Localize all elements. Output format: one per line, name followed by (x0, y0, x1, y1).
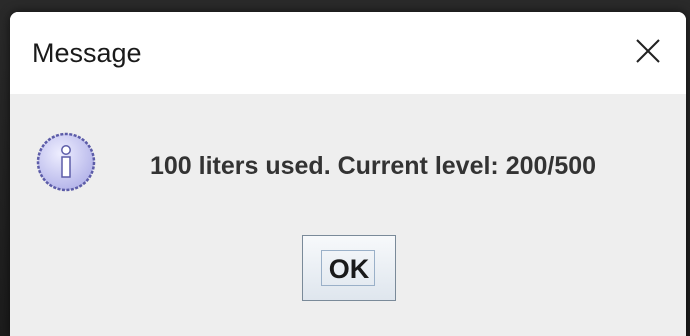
ok-button-label: OK (328, 254, 370, 284)
info-icon (34, 130, 98, 194)
dialog-title-bar[interactable]: Message (10, 12, 686, 94)
dialog-body: 100 liters used. Current level: 200/500 … (10, 94, 686, 336)
close-icon (636, 39, 660, 63)
ok-button[interactable]: OK (302, 235, 396, 301)
message-dialog: Message 100 liters used. Current level: … (10, 12, 686, 336)
dialog-title: Message (32, 38, 142, 68)
close-button[interactable] (618, 26, 676, 78)
dialog-message: 100 liters used. Current level: 200/500 (150, 152, 597, 180)
